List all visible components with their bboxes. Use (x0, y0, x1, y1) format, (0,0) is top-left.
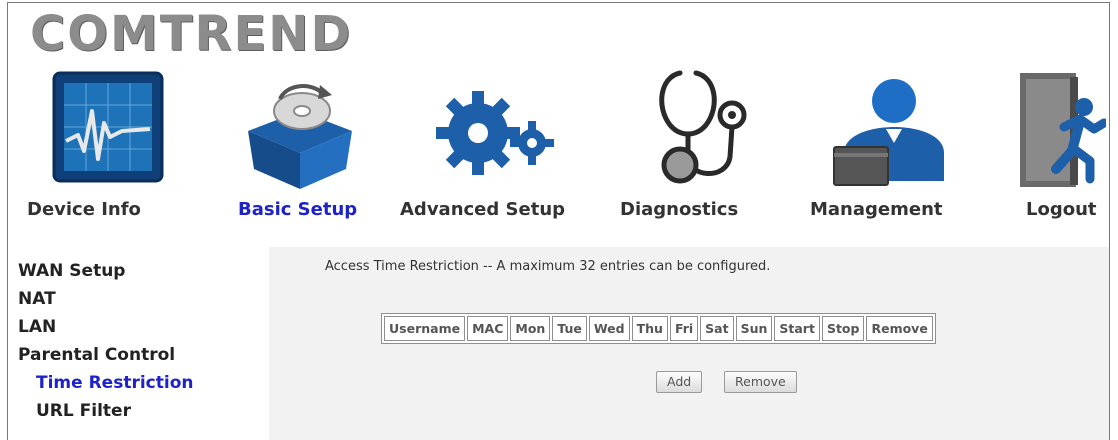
nav-label: Basic Setup (238, 199, 358, 220)
nav-logout[interactable]: Logout (998, 63, 1109, 233)
column-header: Fri (669, 316, 699, 341)
nav-advanced-setup[interactable]: Advanced Setup (400, 63, 580, 233)
column-header: Thu (631, 316, 668, 341)
basic-setup-icon (248, 84, 352, 189)
column-header: Username (384, 316, 466, 341)
table-header-row: Username MAC Mon Tue Wed Thu Fri Sat Sun… (384, 316, 933, 341)
column-header: Tue (552, 316, 587, 341)
sidebar-item-time-restriction[interactable]: Time Restriction (36, 373, 193, 393)
sidebar-item-url-filter[interactable]: URL Filter (36, 401, 131, 421)
time-restriction-table: Username MAC Mon Tue Wed Thu Fri Sat Sun… (381, 313, 936, 344)
column-header: Stop (821, 316, 865, 341)
nav-label: Advanced Setup (400, 199, 566, 220)
nav-label: Management (810, 199, 943, 220)
sidebar-item-wan-setup[interactable]: WAN Setup (18, 261, 125, 281)
sidebar-menu: WAN Setup NAT LAN Parental Control Time … (8, 247, 268, 440)
add-button[interactable]: Add (656, 371, 703, 393)
nav-device-info[interactable]: Device Info (27, 63, 210, 233)
remove-button[interactable]: Remove (724, 371, 797, 393)
column-header: Sat (700, 316, 734, 341)
device-info-icon (52, 71, 164, 183)
nav-basic-setup[interactable]: Basic Setup (210, 63, 390, 233)
column-header: Sun (735, 316, 773, 341)
column-header: Mon (510, 316, 551, 341)
nav-label: Logout (1026, 199, 1097, 220)
advanced-setup-icon (436, 91, 554, 175)
management-icon (833, 79, 944, 186)
column-header: Start (774, 316, 820, 341)
logout-icon (1020, 73, 1106, 187)
column-header: Remove (866, 316, 933, 341)
diagnostics-icon (659, 70, 747, 184)
nav-management[interactable]: Management (800, 63, 980, 233)
sidebar-item-lan[interactable]: LAN (18, 317, 56, 337)
comtrend-logo: COMTREND (30, 6, 353, 62)
nav-label: Device Info (27, 199, 141, 220)
main-content: Access Time Restriction -- A maximum 32 … (269, 247, 1109, 440)
router-admin-frame: COMTREND Device Info Basic Setup Advance… (7, 2, 1110, 440)
column-header: MAC (467, 316, 509, 341)
column-header: Wed (588, 316, 630, 341)
sidebar-item-parental-control[interactable]: Parental Control (18, 345, 175, 365)
page-title: Access Time Restriction -- A maximum 32 … (325, 259, 771, 274)
nav-diagnostics[interactable]: Diagnostics (610, 63, 790, 233)
nav-label: Diagnostics (620, 199, 739, 220)
sidebar-item-nat[interactable]: NAT (18, 289, 56, 309)
